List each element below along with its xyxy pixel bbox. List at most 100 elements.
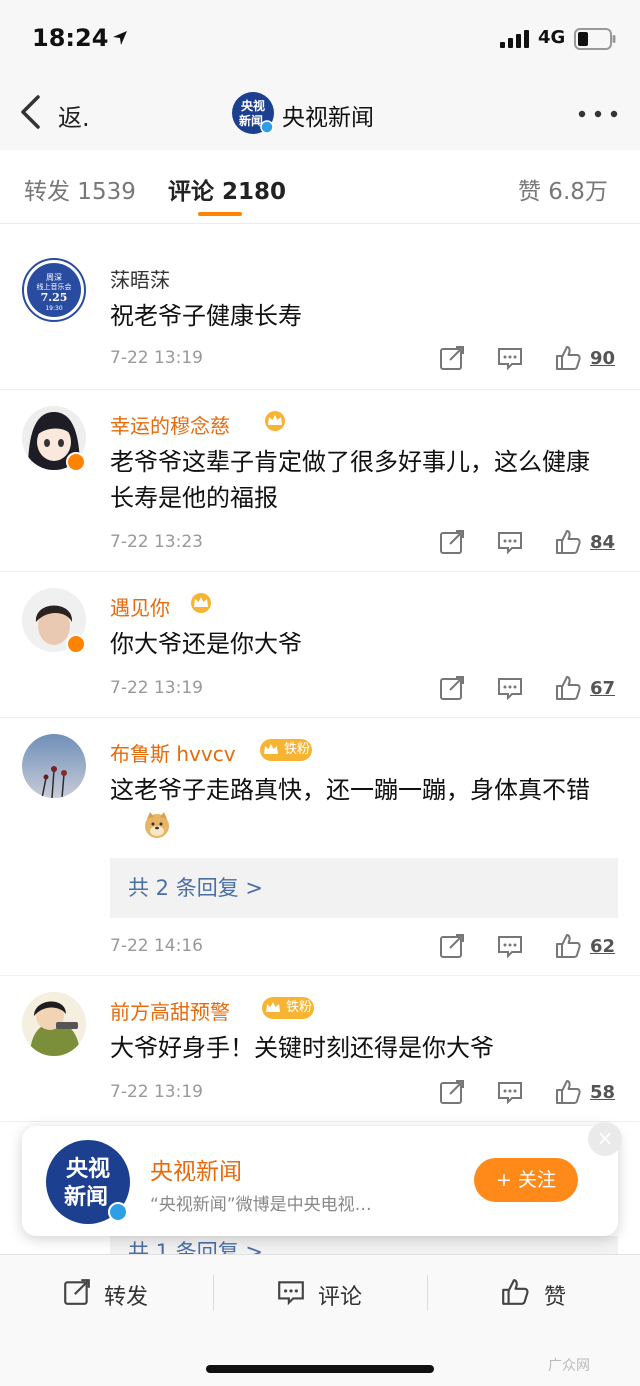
svg-text:新闻: 新闻 <box>64 1184 108 1210</box>
fan-badge-label: 铁粉 <box>286 1000 313 1015</box>
fan-badge: 铁粉 <box>260 739 312 761</box>
svg-text:央视: 央视 <box>66 1156 110 1182</box>
account-logo[interactable]: 央视 新闻 <box>46 1140 130 1224</box>
avatar[interactable] <box>22 734 86 798</box>
like-count: 58 <box>590 1082 616 1103</box>
comment-item: 幸运的穆念慈 老爷爷这辈子肯定做了很多好事儿，这么健康长寿是他的福报 7-22 … <box>0 390 640 572</box>
follow-button[interactable]: + 关注 <box>474 1158 578 1202</box>
comment-text: 你大爷还是你大爷 <box>110 630 302 658</box>
card-account-description: “央视新闻”微博是中央电视… <box>150 1195 372 1215</box>
top-area: 18:24 4G 返. 央视 新闻 央视新闻 <box>0 0 640 150</box>
like-icon[interactable] <box>554 1078 582 1106</box>
repost-icon <box>64 1279 90 1305</box>
status-bar: 18:24 4G <box>0 22 640 58</box>
tab-comments[interactable]: 评论 2180 <box>168 172 286 206</box>
repost-button[interactable]: 转发 <box>62 1275 182 1311</box>
comment-label: 评论 <box>318 1285 363 1310</box>
like-icon[interactable] <box>554 528 582 556</box>
fan-badge: 铁粉 <box>262 997 314 1019</box>
comment-item: 遇见你 你大爷还是你大爷 7-22 13:19 67 <box>0 572 640 718</box>
comment-username[interactable]: 布鲁斯 hvvcv <box>110 738 236 767</box>
comment-icon[interactable] <box>496 1078 524 1106</box>
like-icon[interactable] <box>554 344 582 372</box>
repost-icon[interactable] <box>438 674 466 702</box>
bottom-toolbar: 转发 评论 赞 广众网 <box>0 1254 640 1386</box>
comment-text: 大爷好身手！关键时刻还得是你大爷 <box>110 1034 494 1062</box>
like-icon[interactable] <box>554 674 582 702</box>
reply-thread-link[interactable]: 共 2 条回复 > <box>110 858 618 918</box>
svg-text:新闻: 新闻 <box>239 113 263 128</box>
comment-item: 前方高甜预警 铁粉 大爷好身手！关键时刻还得是你大爷 7-22 13:19 58 <box>0 976 640 1122</box>
cctv-logo-icon: 央视 新闻 <box>239 98 274 134</box>
reply-count-link[interactable]: 共 2 条回复 > <box>128 872 263 902</box>
comment-icon <box>278 1281 304 1306</box>
like-count: 90 <box>590 348 616 369</box>
comment-time: 7-22 13:23 <box>110 532 203 552</box>
cctv-logo-icon: 央视 新闻 <box>64 1156 128 1222</box>
repost-icon[interactable] <box>438 528 466 556</box>
home-indicator[interactable] <box>206 1365 434 1373</box>
like-count: 84 <box>590 532 616 553</box>
battery-icon <box>574 28 616 50</box>
like-count: 67 <box>590 678 616 699</box>
reply-thread-link[interactable]: 共 1 条回复 > <box>110 1236 618 1254</box>
page-title[interactable]: 央视新闻 <box>282 98 374 132</box>
crown-icon <box>261 740 281 760</box>
reply-count-link[interactable]: 共 1 条回复 > <box>128 1236 263 1254</box>
toolbar-divider <box>213 1275 214 1311</box>
like-label: 赞 <box>544 1285 567 1310</box>
status-time: 18:24 <box>32 24 109 52</box>
comment-text: 这老爷子走路真快，还一蹦一蹦，身体真不错 <box>110 776 590 804</box>
comment-text: 老爷爷这辈子肯定做了很多好事儿，这么健康长寿是他的福报 <box>110 448 590 512</box>
comment-username[interactable]: 幸运的穆念慈 <box>110 410 230 439</box>
comment-icon[interactable] <box>496 674 524 702</box>
more-dots-icon[interactable] <box>578 110 618 118</box>
cartoon-avatar-icon <box>22 992 86 1056</box>
verified-badge-icon <box>66 634 86 654</box>
comment-username[interactable]: 前方高甜预警 <box>110 996 230 1025</box>
concert-poster-icon: 周深 线上音乐会 7.25 19:30 <box>27 263 81 317</box>
comment-time: 7-22 14:16 <box>110 936 203 956</box>
svg-text:7.25: 7.25 <box>41 291 68 304</box>
comment-item: 周深 线上音乐会 7.25 19:30 莯晤莯 祝老爷子健康长寿 7-22 13… <box>0 244 640 390</box>
nav-bar: 返. 央视 新闻 央视新闻 <box>0 84 640 144</box>
repost-icon[interactable] <box>438 1078 466 1106</box>
like-count: 62 <box>590 936 616 957</box>
account-avatar[interactable]: 央视 新闻 <box>232 92 274 134</box>
tab-likes[interactable]: 赞 6.8万 <box>518 172 608 206</box>
comment-time: 7-22 13:19 <box>110 1082 203 1102</box>
doge-emoji-icon <box>145 812 169 838</box>
comment-time: 7-22 13:19 <box>110 678 203 698</box>
like-icon[interactable] <box>554 932 582 960</box>
comment-username[interactable]: 遇见你 <box>110 592 170 621</box>
location-arrow-icon <box>113 31 127 45</box>
comment-icon[interactable] <box>496 344 524 372</box>
back-label[interactable]: 返. <box>58 98 90 133</box>
signal-icon <box>500 30 529 48</box>
like-button[interactable]: 赞 <box>500 1275 590 1311</box>
crown-icon <box>265 411 285 431</box>
toolbar-divider <box>427 1275 428 1311</box>
crown-icon <box>191 593 211 613</box>
flower-sky-avatar-icon <box>22 734 86 798</box>
comment-icon[interactable] <box>496 932 524 960</box>
fan-badge-label: 铁粉 <box>284 742 311 757</box>
comment-item: 布鲁斯 hvvcv 铁粉 这老爷子走路真快，还一蹦一蹦，身体真不错 共 2 条回… <box>0 718 640 976</box>
repost-label: 转发 <box>104 1285 149 1310</box>
avatar[interactable] <box>22 992 86 1056</box>
comment-icon[interactable] <box>496 528 524 556</box>
tab-bar: 转发 1539 评论 2180 赞 6.8万 <box>0 152 640 224</box>
svg-text:19:30: 19:30 <box>45 305 62 312</box>
close-icon[interactable]: × <box>588 1122 622 1156</box>
comment-time: 7-22 13:19 <box>110 348 203 368</box>
card-account-name[interactable]: 央视新闻 <box>150 1152 242 1186</box>
like-icon <box>502 1279 529 1305</box>
comment-username[interactable]: 莯晤莯 <box>110 264 170 293</box>
repost-icon[interactable] <box>438 344 466 372</box>
comment-button[interactable]: 评论 <box>276 1275 396 1311</box>
repost-icon[interactable] <box>438 932 466 960</box>
back-chevron-icon[interactable] <box>18 94 44 130</box>
avatar[interactable]: 周深 线上音乐会 7.25 19:30 <box>22 258 86 322</box>
tab-reposts[interactable]: 转发 1539 <box>24 172 136 206</box>
watermark: 广众网 <box>548 1358 590 1374</box>
